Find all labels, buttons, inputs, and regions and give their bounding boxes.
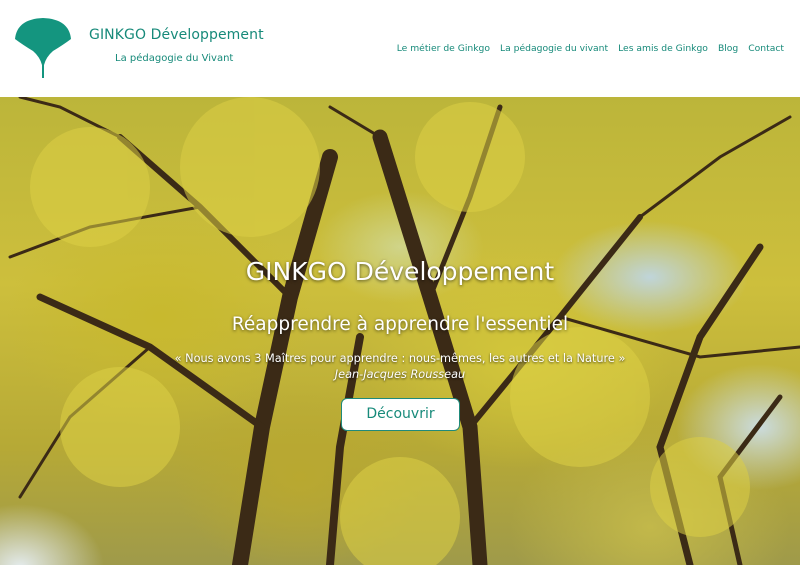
hero-quote-author: Jean-Jacques Rousseau <box>334 368 466 381</box>
hero-banner: GINKGO Développement Réapprendre à appre… <box>0 97 800 565</box>
discover-button[interactable]: Découvrir <box>341 398 460 431</box>
hero-title: GINKGO Développement <box>245 257 555 286</box>
nav-item-blog[interactable]: Blog <box>718 43 738 54</box>
brand-tagline: La pédagogie du Vivant <box>115 53 234 64</box>
main-nav: Le métier de Ginkgo La pédagogie du viva… <box>397 43 784 54</box>
nav-item-pedagogie[interactable]: La pédagogie du vivant <box>500 43 608 54</box>
brand-name[interactable]: GINKGO Développement <box>89 27 264 43</box>
nav-item-amis[interactable]: Les amis de Ginkgo <box>618 43 708 54</box>
hero-quote: « Nous avons 3 Maîtres pour apprendre : … <box>174 352 626 365</box>
site-header: GINKGO Développement La pédagogie du Viv… <box>0 0 800 97</box>
nav-item-contact[interactable]: Contact <box>748 43 784 54</box>
nav-item-metier[interactable]: Le métier de Ginkgo <box>397 43 490 54</box>
hero-subtitle: Réapprendre à apprendre l'essentiel <box>231 314 569 335</box>
ginkgo-leaf-icon[interactable] <box>13 17 73 79</box>
